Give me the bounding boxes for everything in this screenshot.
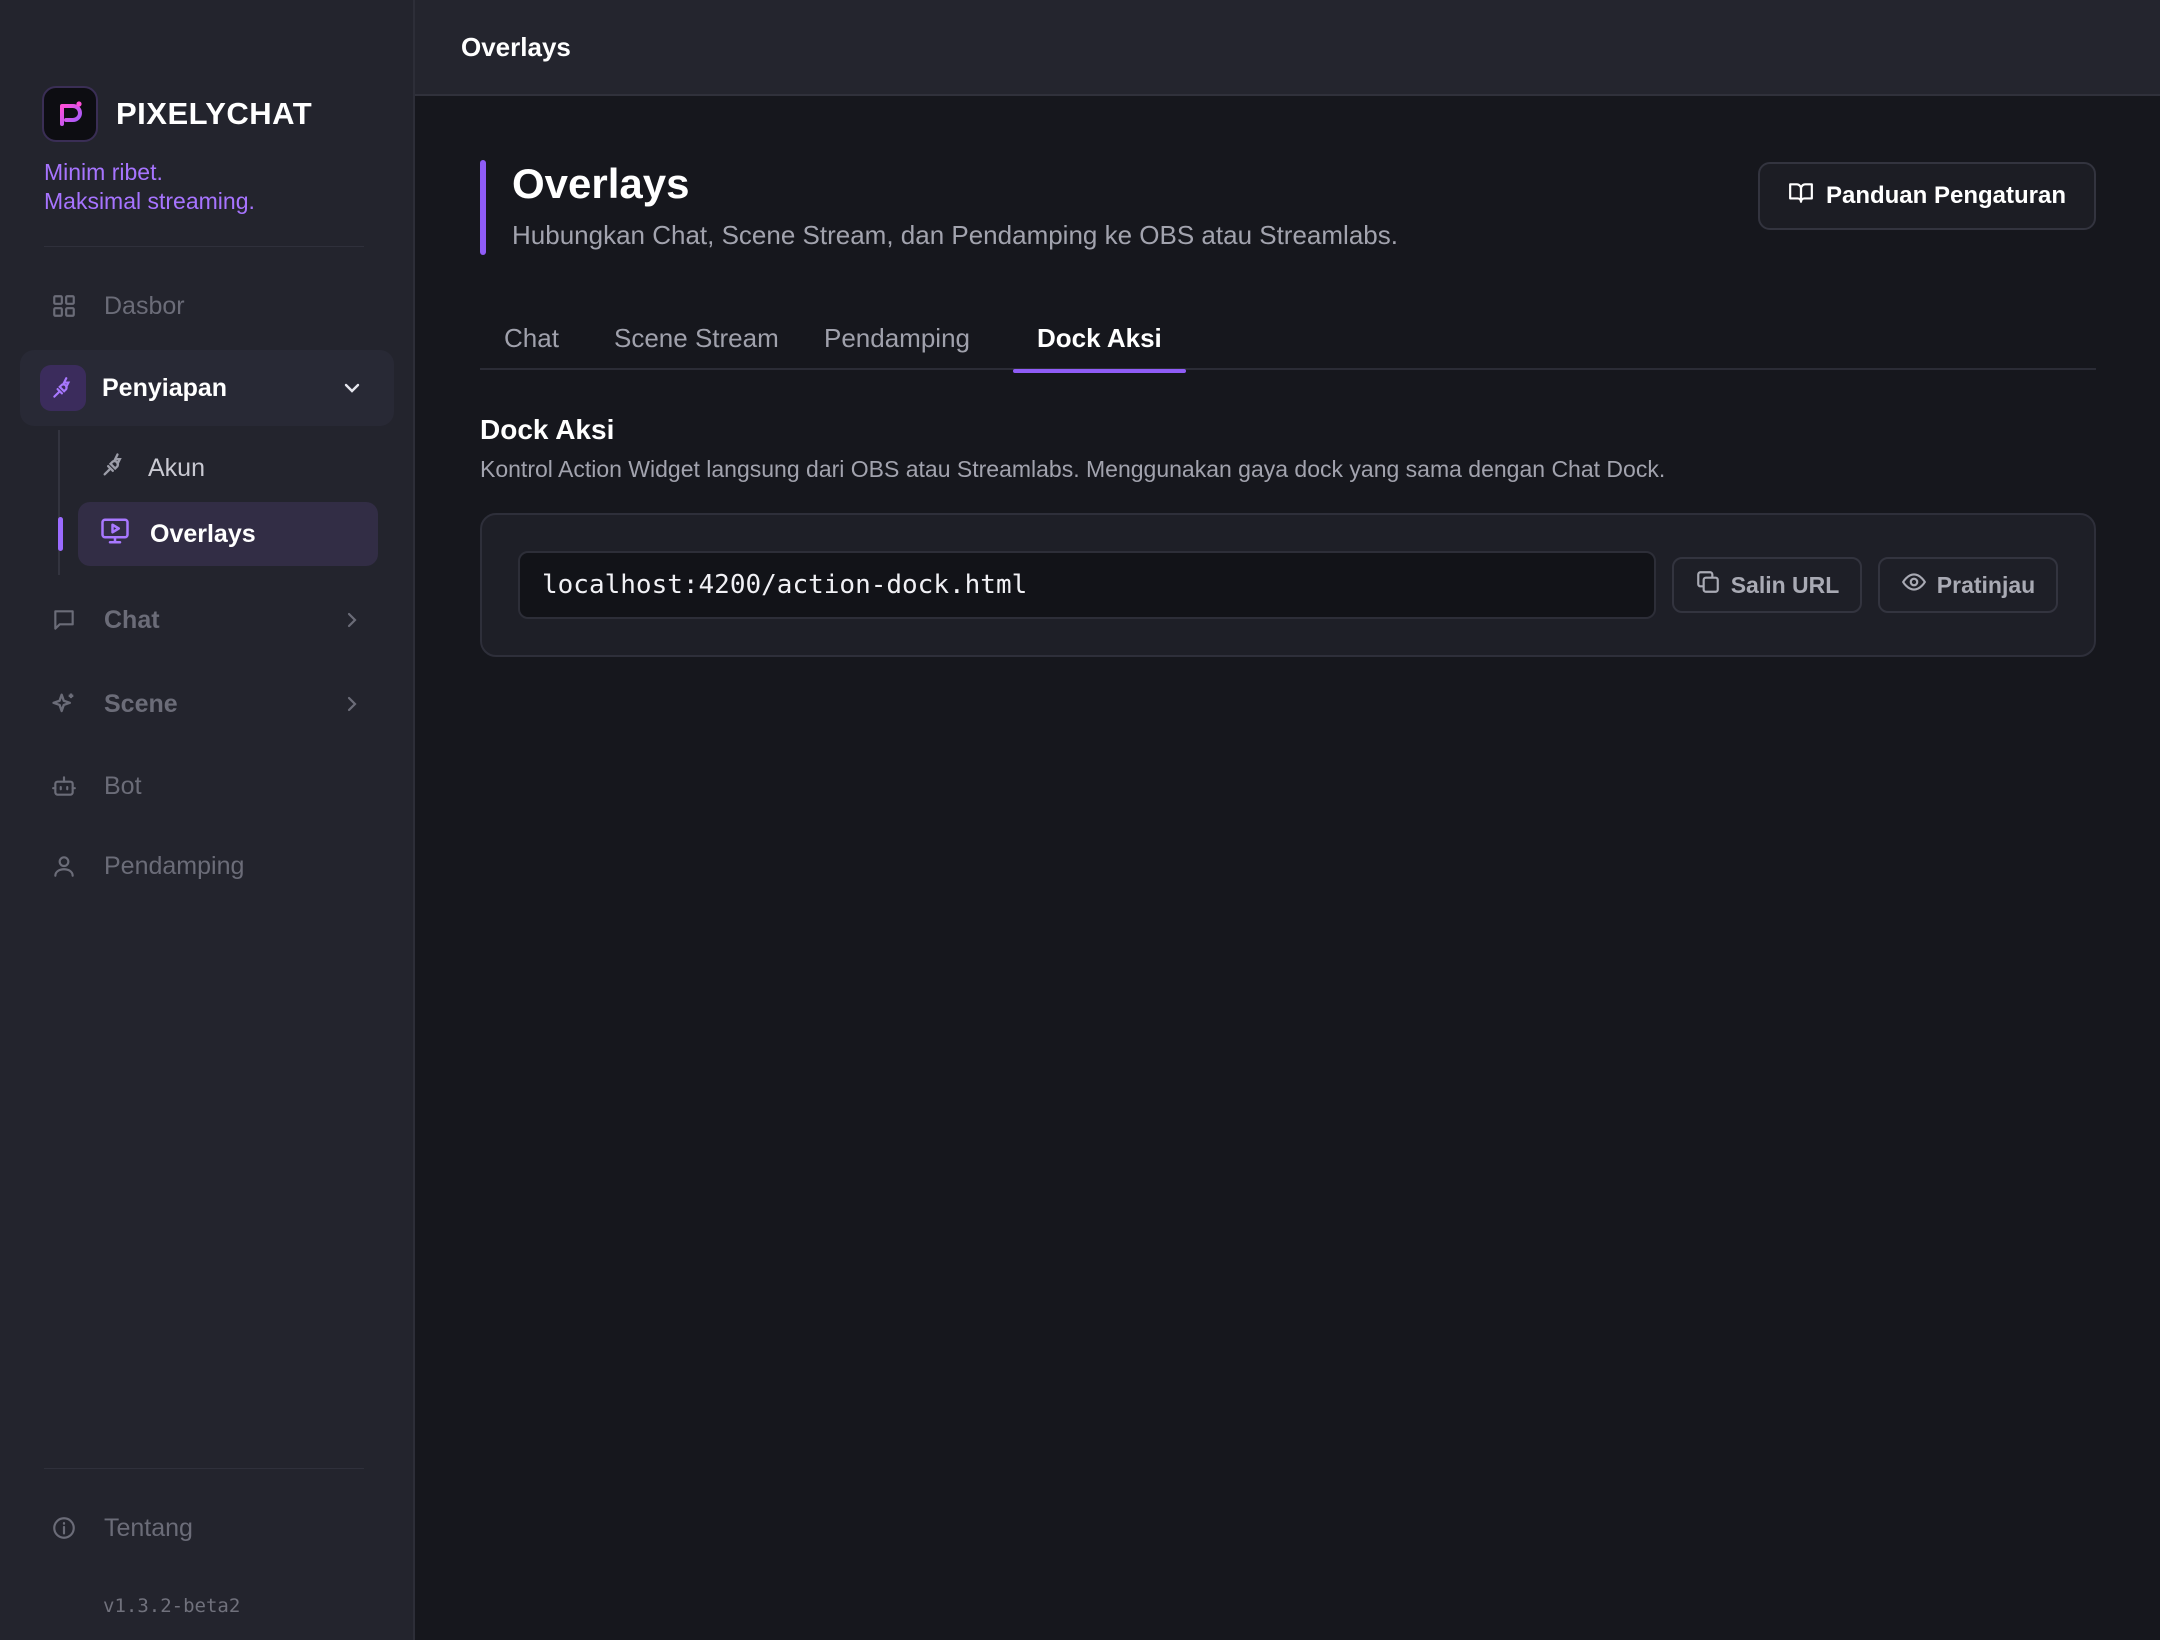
sidebar-divider bbox=[44, 1468, 364, 1469]
page-subtitle: Hubungkan Chat, Scene Stream, dan Pendam… bbox=[512, 220, 1398, 250]
copy-icon bbox=[1695, 569, 1721, 601]
tab-pendamping[interactable]: Pendamping bbox=[800, 306, 994, 370]
sidebar-item-label: Scene bbox=[104, 689, 178, 718]
sidebar-item-label: Tentang bbox=[104, 1513, 193, 1542]
sidebar-item-pendamping[interactable]: Pendamping bbox=[20, 828, 394, 904]
section-title: Dock Aksi bbox=[480, 414, 615, 445]
sidebar-divider bbox=[44, 246, 364, 247]
tab-label: Dock Aksi bbox=[1037, 322, 1162, 353]
active-indicator bbox=[58, 517, 63, 551]
submenu-rail bbox=[58, 430, 60, 575]
brand-logo-icon bbox=[42, 86, 98, 142]
header-accent-bar bbox=[480, 160, 486, 255]
sidebar-item-bot[interactable]: Bot bbox=[20, 748, 394, 824]
plug-icon bbox=[100, 451, 128, 486]
setup-guide-label: Panduan Pengaturan bbox=[1825, 182, 2067, 209]
chevron-down-icon bbox=[340, 376, 364, 407]
sidebar-subitem-label: Overlays bbox=[150, 519, 256, 548]
tab-dock-aksi[interactable]: Dock Aksi bbox=[1013, 306, 1186, 373]
tagline-line-1: Minim ribet. bbox=[44, 159, 163, 185]
section-description: Kontrol Action Widget langsung dari OBS … bbox=[480, 456, 1666, 482]
preview-label: Pratinjau bbox=[1936, 571, 2036, 598]
sidebar-item-scene[interactable]: Scene bbox=[20, 666, 394, 742]
app-version: v1.3.2-beta2 bbox=[103, 1595, 241, 1617]
app-root: PIXELYCHAT Minim ribet. Maksimal streami… bbox=[0, 0, 2160, 1640]
bot-icon bbox=[48, 770, 80, 802]
preview-button[interactable]: Pratinjau bbox=[1878, 557, 2058, 613]
sidebar-subitem-akun[interactable]: Akun bbox=[78, 436, 378, 500]
copy-url-button[interactable]: Salin URL bbox=[1672, 557, 1862, 613]
dock-url-input[interactable] bbox=[518, 551, 1656, 619]
setup-guide-button[interactable]: Panduan Pengaturan bbox=[1758, 162, 2096, 230]
topbar-title: Overlays bbox=[461, 32, 571, 62]
chevron-right-icon bbox=[340, 608, 364, 639]
plug-icon bbox=[40, 365, 86, 411]
sidebar-item-label: Chat bbox=[104, 605, 160, 634]
sidebar-item-dasbor[interactable]: Dasbor bbox=[20, 268, 394, 344]
dock-url-card: Salin URL Pratinjau bbox=[480, 513, 2096, 657]
tab-scene-stream[interactable]: Scene Stream bbox=[590, 306, 803, 370]
brand-name: PIXELYCHAT bbox=[116, 96, 313, 131]
sparkles-icon bbox=[48, 688, 80, 720]
brand[interactable]: PIXELYCHAT bbox=[42, 86, 312, 142]
monitor-play-icon bbox=[100, 516, 130, 553]
sidebar-item-penyiapan[interactable]: Penyiapan bbox=[20, 350, 394, 426]
sidebar-item-label: Pendamping bbox=[104, 851, 245, 880]
main-content: Overlays Hubungkan Chat, Scene Stream, d… bbox=[415, 96, 2160, 1640]
grid-icon bbox=[48, 290, 80, 322]
sidebar-subitem-overlays[interactable]: Overlays bbox=[78, 502, 378, 566]
page-title: Overlays bbox=[512, 160, 690, 207]
copy-url-label: Salin URL bbox=[1730, 571, 1840, 598]
sidebar-item-label: Dasbor bbox=[104, 291, 185, 320]
sidebar-subitem-label: Akun bbox=[148, 453, 205, 482]
user-icon bbox=[48, 850, 80, 882]
tagline: Minim ribet. Maksimal streaming. bbox=[44, 158, 255, 216]
sidebar-item-label: Penyiapan bbox=[102, 373, 228, 402]
overlay-tabs: Chat Scene Stream Pendamping Dock Aksi bbox=[480, 306, 2096, 373]
tagline-line-2: Maksimal streaming. bbox=[44, 188, 255, 214]
top-bar: Overlays bbox=[415, 0, 2160, 96]
info-icon bbox=[48, 1512, 80, 1544]
eye-icon bbox=[1901, 569, 1927, 601]
message-icon bbox=[48, 604, 80, 636]
tab-chat[interactable]: Chat bbox=[480, 306, 583, 370]
sidebar-item-label: Bot bbox=[104, 771, 142, 800]
book-open-icon bbox=[1788, 180, 1814, 213]
active-tab-underline bbox=[1013, 369, 1186, 373]
sidebar-item-chat[interactable]: Chat bbox=[20, 582, 394, 658]
sidebar: PIXELYCHAT Minim ribet. Maksimal streami… bbox=[0, 0, 415, 1640]
sidebar-item-tentang[interactable]: Tentang bbox=[20, 1490, 394, 1566]
chevron-right-icon bbox=[340, 692, 364, 723]
